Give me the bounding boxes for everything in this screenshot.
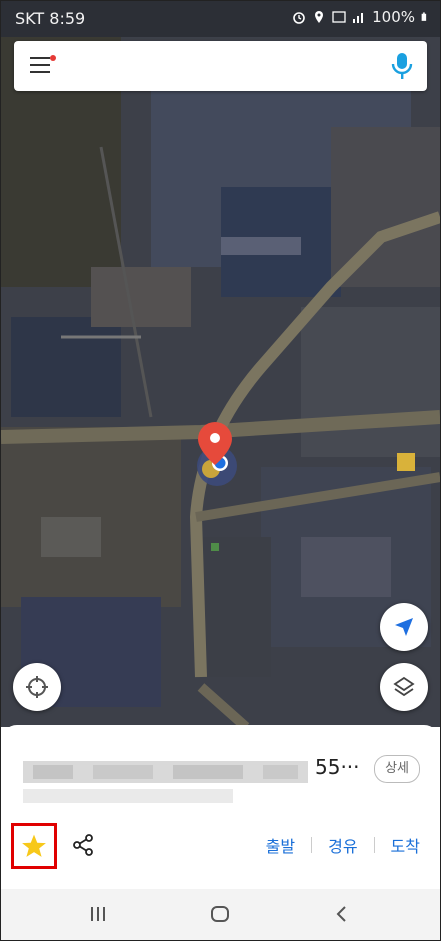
status-time: SKT 8:59 xyxy=(15,9,86,28)
back-icon[interactable] xyxy=(334,906,348,922)
system-nav-bar xyxy=(1,889,440,940)
arrive-button[interactable]: 도착 xyxy=(391,833,420,857)
battery-icon xyxy=(421,12,427,21)
layers-button[interactable] xyxy=(380,663,428,711)
divider xyxy=(311,837,313,853)
app-frame: SKT 8:59 100% 55··· 상세 출발 경유 도착 xyxy=(0,0,441,941)
navigation-arrow-icon xyxy=(395,618,413,636)
microphone-icon[interactable] xyxy=(389,52,415,80)
via-button[interactable]: 경유 xyxy=(328,833,357,857)
notification-dot xyxy=(50,55,56,61)
signal-icon xyxy=(353,13,364,23)
detail-button[interactable]: 상세 xyxy=(374,755,420,783)
favorite-button[interactable] xyxy=(11,823,57,869)
share-icon[interactable] xyxy=(71,833,95,857)
volte-icon xyxy=(332,11,346,23)
locate-me-button[interactable] xyxy=(13,663,61,711)
route-actions: 출발 경유 도착 xyxy=(266,833,420,857)
hamburger-icon[interactable] xyxy=(30,55,56,75)
search-bar[interactable] xyxy=(14,41,427,91)
place-sheet: 55··· 상세 출발 경유 도착 xyxy=(1,725,440,889)
subtitle-redacted xyxy=(23,789,233,803)
status-icons: 100% xyxy=(292,8,430,26)
divider xyxy=(373,837,375,853)
status-bar: SKT 8:59 100% xyxy=(1,1,440,37)
recent-apps-icon[interactable] xyxy=(89,906,107,922)
alarm-icon xyxy=(293,12,305,24)
battery-percent: 100% xyxy=(372,8,415,26)
crosshair-icon xyxy=(26,676,48,698)
map-tiles xyxy=(1,37,440,727)
depart-button[interactable]: 출발 xyxy=(266,833,295,857)
map-view[interactable] xyxy=(1,37,440,727)
location-icon xyxy=(315,11,324,23)
star-icon xyxy=(22,834,46,857)
address-redacted xyxy=(23,761,308,783)
layers-icon xyxy=(393,676,415,697)
home-icon[interactable] xyxy=(211,906,229,922)
address-visible-text: 55··· xyxy=(315,755,360,779)
navigation-button[interactable] xyxy=(380,603,428,651)
